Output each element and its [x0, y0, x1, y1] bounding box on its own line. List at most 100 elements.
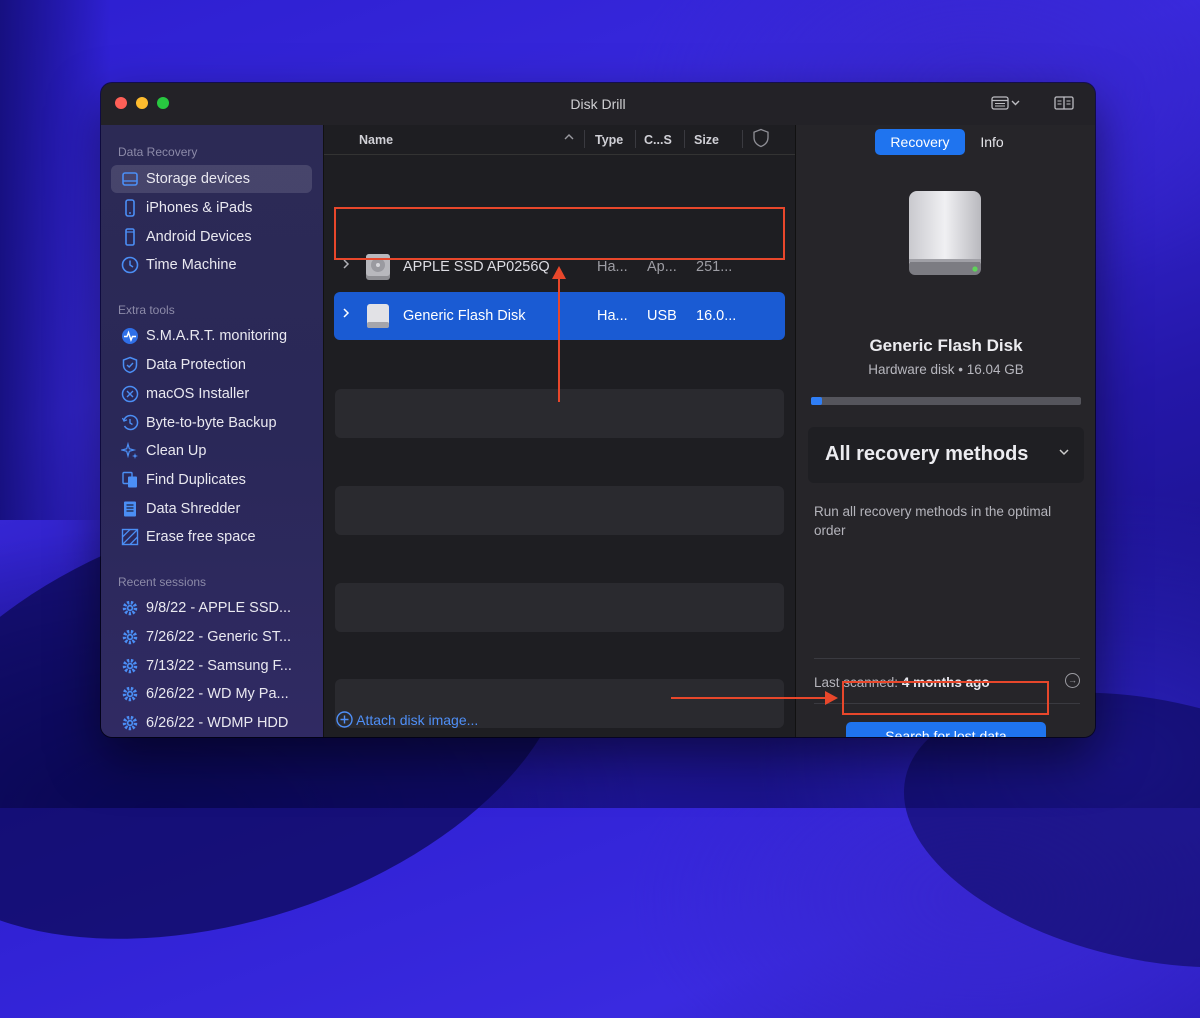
sidebar-item-label: 6/26/22 - WDMP HDD [146, 715, 289, 731]
annotation-arrow-right [671, 697, 827, 699]
device-type: Ha... [597, 259, 628, 275]
recovery-method-description: Run all recovery methods in the optimal … [814, 504, 1052, 538]
chevron-right-icon[interactable] [341, 306, 351, 324]
view-mode-button[interactable] [991, 95, 1021, 114]
sidebar-item-recent-session[interactable]: 6/26/22 - WDMP HDD [111, 709, 312, 737]
gear-icon [122, 715, 138, 731]
erase-icon [121, 528, 139, 546]
sidebar-item-label: 7/13/22 - Samsung F... [146, 658, 292, 674]
sidebar-item-label: Byte-to-byte Backup [146, 415, 277, 431]
column-divider [584, 130, 585, 148]
backup-clock-icon [121, 414, 139, 431]
sidebar-item-macos-installer[interactable]: macOS Installer [111, 380, 312, 408]
device-connection: Ap... [647, 259, 677, 275]
sidebar-item-label: Data Shredder [146, 501, 241, 517]
wallpaper-shade [0, 0, 110, 520]
column-header-cs[interactable]: C...S [644, 133, 672, 147]
gear-icon [122, 686, 138, 702]
attach-disk-image-label: Attach disk image... [356, 712, 479, 728]
chevron-up-icon [564, 134, 574, 140]
sparkle-icon [121, 442, 138, 459]
calendar-grid-icon [991, 96, 1020, 110]
section-header-recent-sessions: Recent sessions [118, 575, 207, 589]
section-header-data-recovery: Data Recovery [118, 145, 198, 159]
recovery-method-dropdown[interactable]: All recovery methods [808, 427, 1084, 483]
sidebar: Data Recovery Storage devices iPhones & … [101, 125, 323, 737]
sidebar-item-label: iPhones & iPads [146, 200, 253, 216]
section-header-extra-tools: Extra tools [118, 303, 175, 317]
sidebar-item-erase-free-space[interactable]: Erase free space [111, 523, 312, 551]
gear-icon [122, 629, 138, 645]
column-divider [742, 130, 743, 148]
device-name: Generic Flash Disk [403, 308, 526, 324]
sidebar-item-data-protection[interactable]: Data Protection [111, 351, 312, 379]
sidebar-item-recent-session[interactable]: 7/26/22 - Generic ST... [111, 623, 312, 651]
sidebar-item-label: Android Devices [146, 229, 252, 245]
sidebar-item-time-machine[interactable]: Time Machine [111, 251, 312, 279]
column-header-name[interactable]: Name [359, 133, 393, 147]
placeholder-row [335, 486, 784, 535]
pulse-icon [122, 328, 138, 344]
sidebar-item-recent-session[interactable]: 7/13/22 - Samsung F... [111, 652, 312, 680]
sidebar-item-recent-session[interactable]: 6/26/22 - WD My Pa... [111, 680, 312, 708]
sidebar-item-label: 6/26/22 - WD My Pa... [146, 686, 289, 702]
window-title: Disk Drill [570, 96, 626, 112]
column-divider [635, 130, 636, 148]
annotation-highlight-search-button [842, 681, 1049, 715]
sidebar-item-find-duplicates[interactable]: Find Duplicates [111, 466, 312, 494]
placeholder-row [335, 583, 784, 632]
disk-usage-bar [811, 397, 1081, 405]
shredder-icon [124, 501, 136, 517]
sidebar-item-data-shredder[interactable]: Data Shredder [111, 495, 312, 523]
title-bar: Disk Drill [101, 83, 1095, 125]
sidebar-item-iphones-ipads[interactable]: iPhones & iPads [111, 194, 312, 222]
selected-disk-subtitle: Hardware disk • 16.04 GB [868, 362, 1024, 377]
sidebar-item-label: Data Protection [146, 357, 246, 373]
sidebar-item-label: Erase free space [146, 529, 256, 545]
sidebar-item-byte-to-byte-backup[interactable]: Byte-to-byte Backup [111, 409, 312, 437]
sidebar-item-label: 9/8/22 - APPLE SSD... [146, 600, 292, 616]
search-for-lost-data-button[interactable]: Search for lost data [846, 722, 1046, 737]
shield-icon [122, 356, 138, 374]
annotation-arrow-head [825, 691, 838, 705]
sidebar-item-clean-up[interactable]: Clean Up [111, 437, 312, 465]
book-icon [1054, 96, 1074, 110]
sidebar-item-label: Time Machine [146, 257, 237, 273]
sidebar-item-label: macOS Installer [146, 386, 250, 402]
annotation-highlight-selected-disk [334, 207, 785, 260]
chevron-down-icon [1058, 445, 1070, 460]
annotation-arrow-up [558, 278, 560, 402]
android-phone-icon [125, 228, 135, 246]
reader-view-button[interactable] [1054, 95, 1074, 114]
protection-column-header[interactable] [752, 128, 770, 151]
selected-disk-name: Generic Flash Disk [869, 336, 1023, 355]
shield-icon [753, 128, 769, 148]
sidebar-item-smart-monitoring[interactable]: S.M.A.R.T. monitoring [111, 322, 312, 350]
attach-disk-image-link[interactable]: Attach disk image... [336, 711, 478, 728]
column-header-type[interactable]: Type [595, 133, 623, 147]
details-panel: Recovery Info Generic Flash Disk Hardwar… [795, 125, 1095, 737]
sidebar-item-storage-devices[interactable]: Storage devices [111, 165, 312, 193]
recovery-method-label: All recovery methods [825, 443, 1029, 465]
add-circle-icon [336, 711, 353, 728]
sidebar-item-label: 7/26/22 - Generic ST... [146, 629, 292, 645]
duplicates-icon [122, 471, 137, 488]
arrow-right-circle-icon[interactable]: → [1065, 673, 1080, 688]
sidebar-item-recent-session[interactable]: 9/8/22 - APPLE SSD... [111, 594, 312, 622]
sidebar-item-label: Storage devices [146, 171, 250, 187]
device-name: APPLE SSD AP0256Q [403, 259, 550, 275]
column-header-size[interactable]: Size [694, 133, 719, 147]
disk-usage-fill [811, 397, 822, 405]
divider [814, 658, 1080, 659]
tab-info[interactable]: Info [972, 129, 1012, 155]
sort-ascending-icon[interactable] [564, 131, 574, 145]
gear-icon [122, 658, 138, 674]
sidebar-item-label: Find Duplicates [146, 472, 246, 488]
sidebar-item-label: Clean Up [146, 443, 207, 459]
gear-icon [122, 600, 138, 616]
sidebar-item-android-devices[interactable]: Android Devices [111, 223, 312, 251]
device-size: 16.0... [696, 308, 737, 324]
tab-recovery[interactable]: Recovery [875, 129, 965, 155]
iphone-icon [125, 199, 135, 217]
drive-icon [122, 172, 138, 186]
